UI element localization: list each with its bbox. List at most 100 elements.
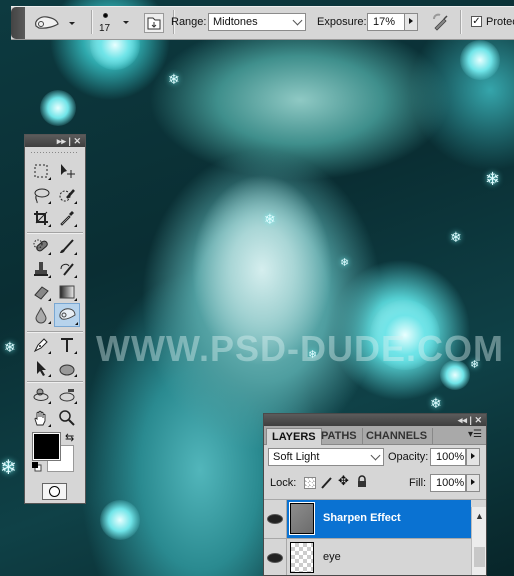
history-brush-tool[interactable]	[56, 259, 78, 279]
brush-preset-picker[interactable]: 17	[93, 9, 133, 37]
lock-all-icon[interactable]	[357, 475, 367, 488]
blur-drop-icon	[35, 306, 47, 324]
path-selection-tool[interactable]	[30, 358, 52, 378]
tool-preset-picker[interactable]	[33, 11, 83, 35]
brush-panel-toggle-icon	[147, 17, 161, 30]
fill-input[interactable]: 100%	[430, 474, 466, 492]
snowflake-icon: ❄	[450, 229, 462, 245]
layer-item-sharpen-effect[interactable]: Sharpen Effect	[287, 500, 471, 538]
layers-panel-header[interactable]: ◂◂ | ✕	[264, 414, 486, 426]
layers-scrollbar[interactable]: ▲	[471, 507, 486, 575]
exposure-slider-button[interactable]	[404, 13, 418, 31]
opacity-value: 100%	[436, 451, 465, 463]
divider	[27, 331, 83, 333]
panel-menu-icon[interactable]: ▾☰	[468, 429, 482, 440]
brush-tip-icon	[103, 13, 108, 18]
bokeh-light	[460, 40, 500, 80]
healing-icon	[33, 239, 48, 252]
eyedropper-icon	[60, 211, 74, 226]
quick-selection-icon	[59, 189, 75, 202]
hand-icon	[34, 410, 46, 426]
layer-name: eye	[323, 551, 341, 563]
layer-visibility-toggle[interactable]	[264, 500, 287, 538]
exposure-value: 17%	[373, 16, 396, 28]
brush-tool[interactable]	[56, 236, 78, 256]
lock-position-icon[interactable]: ✥	[338, 473, 349, 489]
default-colors-icon[interactable]	[32, 462, 42, 472]
lasso-icon	[34, 188, 50, 204]
swap-colors-icon[interactable]: ⇆	[65, 431, 74, 444]
quick-mask-button[interactable]	[42, 483, 67, 500]
separator	[460, 10, 462, 34]
layer-item-eye[interactable]: eye	[287, 539, 471, 575]
ellipse-icon	[59, 364, 75, 376]
hand-tool[interactable]	[30, 408, 52, 428]
foreground-color-swatch[interactable]	[32, 432, 61, 461]
range-select[interactable]: Midtones	[208, 13, 306, 31]
eyedropper-tool[interactable]	[56, 208, 78, 228]
gradient-tool[interactable]	[56, 282, 78, 302]
quick-selection-tool[interactable]	[56, 185, 78, 205]
arrow-icon	[37, 361, 46, 376]
close-icon[interactable]: ✕	[73, 136, 81, 146]
brush-size-value: 17	[99, 23, 111, 34]
layer-row[interactable]: eye	[264, 538, 486, 575]
tools-panel-grip[interactable]	[31, 149, 79, 157]
sponge-tool[interactable]	[54, 303, 80, 327]
options-bar-grip[interactable]	[11, 7, 25, 39]
zoom-tool[interactable]	[56, 408, 78, 428]
crop-tool[interactable]	[30, 208, 52, 228]
tools-panel-header[interactable]: ▸▸ | ✕	[25, 135, 85, 147]
chevron-down-icon	[370, 450, 381, 461]
rectangular-marquee-tool[interactable]	[30, 161, 52, 181]
range-label: Range:	[171, 16, 207, 28]
pen-tool[interactable]	[30, 335, 52, 355]
toggle-brush-panel-button[interactable]	[144, 13, 164, 33]
exposure-label: Exposure:	[317, 16, 367, 28]
type-tool[interactable]	[56, 335, 78, 355]
snowflake-icon: ❄	[485, 169, 501, 189]
eraser-icon	[34, 286, 49, 300]
3d-rotate-tool[interactable]	[30, 385, 52, 405]
lock-transparency-icon[interactable]	[304, 477, 316, 489]
3d-orbit-icon	[59, 389, 75, 402]
opacity-input[interactable]: 100%	[430, 448, 466, 466]
snowflake-icon: ❄	[264, 211, 276, 227]
move-tool[interactable]	[56, 161, 78, 181]
panel-tabs: LAYERS PATHS CHANNELS ▾☰	[264, 426, 486, 445]
blur-tool[interactable]	[30, 305, 52, 325]
sponge-tool-icon	[35, 16, 59, 29]
layer-visibility-toggle[interactable]	[264, 539, 287, 575]
opacity-slider-button[interactable]	[466, 448, 480, 466]
tab-paths[interactable]: PATHS	[316, 428, 363, 444]
chevron-down-icon	[292, 15, 303, 26]
scroll-up-icon[interactable]: ▲	[475, 511, 484, 521]
scrollbar-thumb[interactable]	[474, 547, 485, 567]
tab-layers[interactable]: LAYERS	[266, 428, 322, 445]
tools-panel: ▸▸ | ✕ ⇆	[24, 134, 86, 504]
airbrush-button[interactable]	[432, 13, 450, 31]
ellipse-tool[interactable]	[56, 358, 78, 378]
airbrush-icon	[433, 13, 448, 31]
protect-tones-checkbox[interactable]: ✓	[471, 16, 482, 27]
marquee-icon	[34, 164, 48, 178]
lock-pixels-icon[interactable]	[320, 475, 334, 489]
tab-channels[interactable]: CHANNELS	[361, 428, 434, 444]
exposure-input[interactable]: 17%	[367, 13, 405, 31]
layers-panel: ◂◂ | ✕ LAYERS PATHS CHANNELS ▾☰ Soft Lig…	[263, 413, 487, 576]
move-icon	[61, 164, 75, 178]
range-value: Midtones	[213, 16, 258, 28]
fill-slider-button[interactable]	[466, 474, 480, 492]
collapse-icon[interactable]: ◂◂	[458, 415, 467, 425]
3d-orbit-tool[interactable]	[56, 385, 78, 405]
spot-healing-brush-tool[interactable]	[30, 236, 52, 256]
eraser-tool[interactable]	[30, 282, 52, 302]
clone-stamp-tool[interactable]	[30, 259, 52, 279]
lasso-tool[interactable]	[30, 185, 52, 205]
close-icon[interactable]: ✕	[474, 415, 482, 425]
layer-row[interactable]: Sharpen Effect	[264, 499, 486, 538]
blend-mode-select[interactable]: Soft Light	[268, 448, 384, 466]
blend-mode-value: Soft Light	[273, 451, 320, 463]
3d-rotate-icon	[33, 388, 49, 401]
collapse-icon[interactable]: ▸▸	[57, 136, 66, 146]
